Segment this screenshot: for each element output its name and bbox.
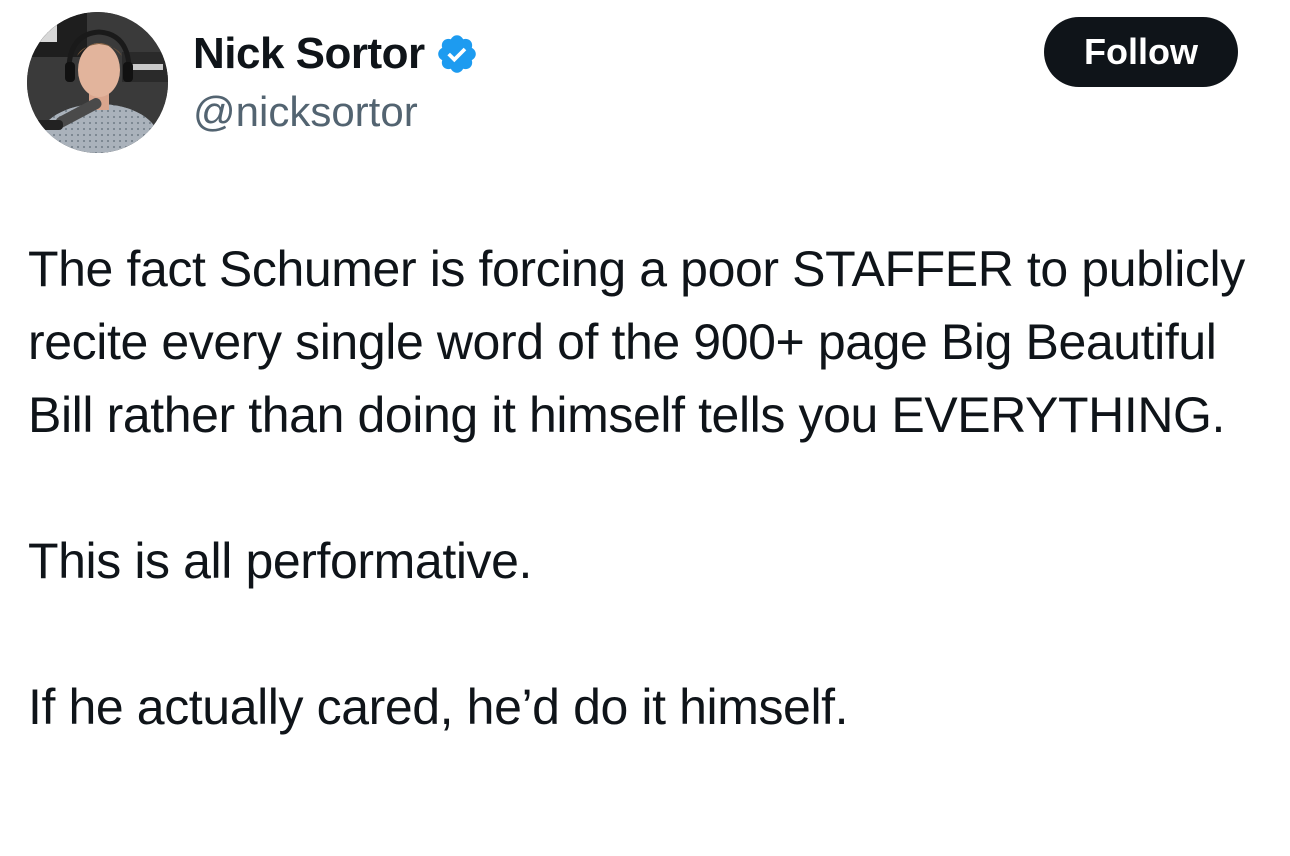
- avatar-image: [27, 12, 168, 153]
- tweet-card: Nick Sortor @nicksortor Follow The fact …: [0, 0, 1290, 856]
- tweet-paragraph: This is all performative.: [28, 533, 533, 589]
- author-handle[interactable]: @nicksortor: [193, 88, 418, 136]
- avatar[interactable]: [27, 12, 168, 153]
- tweet-paragraph: If he actually cared, he’d do it himself…: [28, 679, 849, 735]
- tweet-paragraph: The fact Schumer is forcing a poor STAFF…: [28, 241, 1245, 443]
- author-display-name[interactable]: Nick Sortor: [193, 29, 425, 79]
- follow-button[interactable]: Follow: [1044, 17, 1238, 87]
- verified-badge-icon[interactable]: [435, 32, 479, 76]
- tweet-text: The fact Schumer is forcing a poor STAFF…: [28, 233, 1268, 744]
- author-name-row: Nick Sortor: [193, 26, 479, 82]
